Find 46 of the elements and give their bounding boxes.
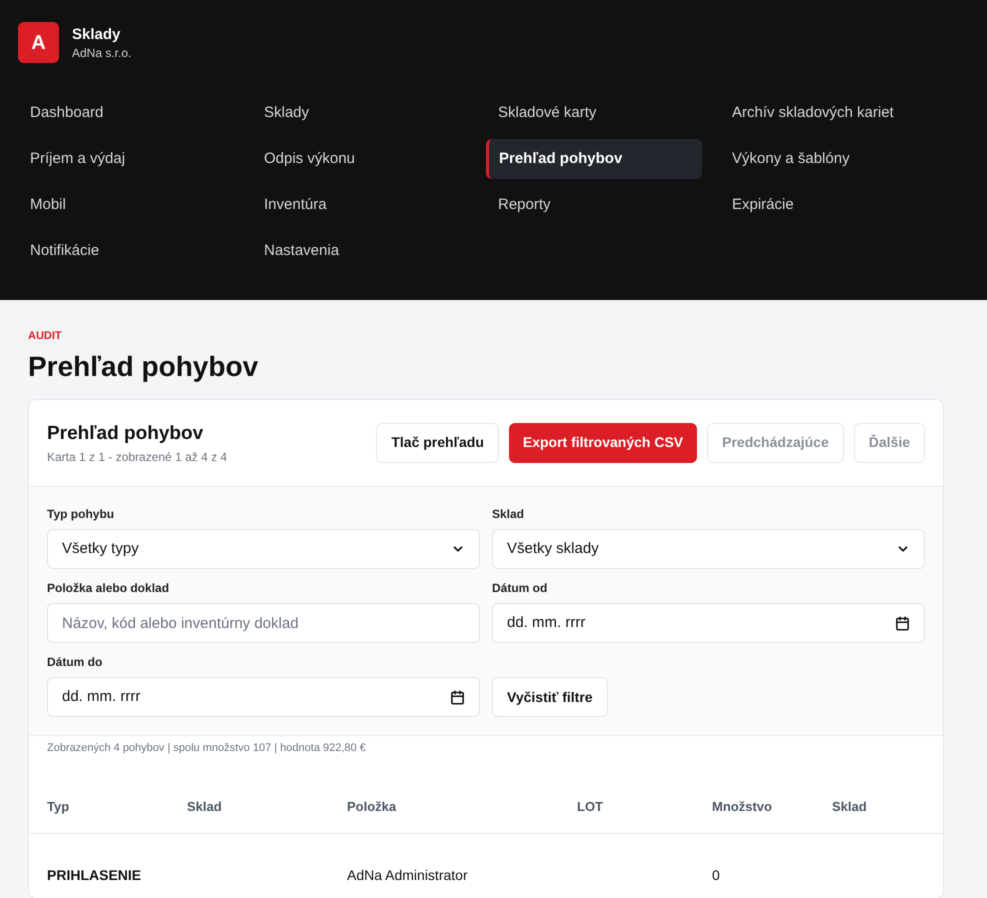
- field-label: Sklad: [492, 506, 526, 523]
- nav-link[interactable]: Sklady: [252, 93, 468, 133]
- column-header: Typ: [47, 798, 70, 814]
- logo-icon: A: [18, 22, 59, 63]
- search-field[interactable]: Názov, kód alebo inventúrny doklad: [47, 603, 480, 643]
- nav-link[interactable]: Skladové karty: [486, 93, 702, 133]
- action-button[interactable]: Export filtrovaných CSV: [508, 422, 698, 463]
- select-field[interactable]: Všetky typy: [47, 529, 480, 569]
- nav-link[interactable]: Notifikácie: [18, 231, 234, 271]
- column-header: LOT: [577, 798, 603, 814]
- action-button[interactable]: Tlač prehľadu: [376, 422, 499, 463]
- date-field[interactable]: dd. mm. rrrr: [47, 677, 480, 717]
- column-header: Množstvo: [712, 798, 772, 814]
- card-title: Prehľad pohybov: [47, 422, 204, 446]
- nav-link[interactable]: Dashboard: [18, 93, 234, 133]
- table-cell: AdNa Administrator: [347, 866, 468, 882]
- brand-subtitle: AdNa s.r.o.: [72, 44, 132, 60]
- nav-link[interactable]: Reporty: [486, 185, 702, 225]
- table-cell: 0: [712, 866, 720, 882]
- nav-link[interactable]: Expirácie: [720, 185, 936, 225]
- clear-filters-button[interactable]: Vyčistiť filtre: [492, 677, 608, 717]
- field-label: Dátum od: [492, 580, 548, 597]
- field-label: Typ pohybu: [47, 506, 116, 523]
- brand-title: Sklady: [72, 24, 122, 44]
- nav-link[interactable]: Nastavenia: [252, 231, 468, 271]
- nav-link[interactable]: Výkony a šablóny: [720, 139, 936, 179]
- calendar-icon: [450, 690, 465, 704]
- card-subtitle: Karta 1 z 1 - zobrazené 1 až 4 z 4: [47, 449, 228, 466]
- calendar-icon: [895, 616, 910, 630]
- table-cell: PRIHLASENIE: [47, 866, 142, 882]
- nav-link[interactable]: Prehľad pohybov: [486, 139, 702, 179]
- column-header: Položka: [347, 798, 396, 814]
- summary-text: Zobrazených 4 pohybov | spolu množstvo 107 | hodnota 922,80 €: [46, 741, 367, 756]
- page-title: Prehľad pohybov: [28, 350, 260, 384]
- date-field[interactable]: dd. mm. rrrr: [492, 603, 925, 643]
- nav-link[interactable]: Odpis výkonu: [252, 139, 468, 179]
- field-label: Dátum do: [47, 654, 104, 671]
- select-field[interactable]: Všetky sklady: [492, 529, 925, 569]
- column-header: Sklad: [832, 798, 867, 814]
- field-label: Položka alebo doklad: [47, 580, 170, 597]
- column-header: Sklad: [187, 798, 222, 814]
- nav-link[interactable]: Archív skladových kariet: [720, 93, 936, 133]
- nav-link[interactable]: Príjem a výdaj: [18, 139, 234, 179]
- section-eyebrow: AUDIT: [28, 329, 63, 344]
- nav-link[interactable]: Inventúra: [252, 185, 468, 225]
- nav-link[interactable]: Mobil: [18, 185, 234, 225]
